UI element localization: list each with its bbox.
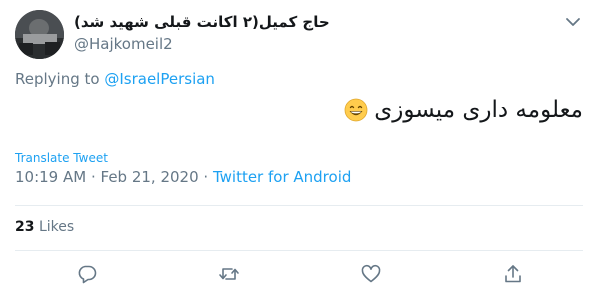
likes-number: 23 bbox=[15, 219, 35, 235]
divider bbox=[15, 250, 583, 251]
share-icon[interactable] bbox=[502, 263, 524, 285]
tweet-meta: 10:19 AM · Feb 21, 2020 · Twitter for An… bbox=[15, 168, 351, 186]
reply-icon[interactable] bbox=[76, 263, 98, 285]
avatar[interactable] bbox=[15, 10, 64, 59]
retweet-icon[interactable] bbox=[218, 263, 240, 285]
chevron-down-icon[interactable] bbox=[564, 14, 582, 28]
tweet-card: حاج کمیل(۲ اکانت قبلی شهید شد) @Hajkomei… bbox=[0, 0, 598, 300]
tweet-date[interactable]: Feb 21, 2020 bbox=[101, 168, 199, 186]
tweet-actions bbox=[0, 263, 598, 289]
replying-prefix: Replying to bbox=[15, 70, 100, 88]
replying-to: Replying to @IsraelPersian bbox=[15, 70, 215, 88]
likes-label: Likes bbox=[38, 219, 75, 235]
translate-tweet-link[interactable]: Translate Tweet bbox=[15, 151, 108, 165]
likes-count[interactable]: 23 Likes bbox=[15, 219, 74, 235]
heart-icon[interactable] bbox=[360, 263, 382, 285]
tweet-time[interactable]: 10:19 AM bbox=[15, 168, 86, 186]
meta-separator-2: · bbox=[198, 168, 213, 186]
author-handle[interactable]: @Hajkomeil2 bbox=[74, 35, 173, 53]
replying-handle-link[interactable]: @IsraelPersian bbox=[104, 70, 215, 88]
author-name[interactable]: حاج کمیل(۲ اکانت قبلی شهید شد) bbox=[74, 13, 330, 31]
tweet-text: معلومه داری میسوزی bbox=[344, 97, 583, 123]
meta-separator: · bbox=[86, 168, 101, 186]
tweet-body: معلومه داری میسوزی bbox=[374, 97, 583, 123]
divider bbox=[15, 205, 583, 206]
tweet-source-link[interactable]: Twitter for Android bbox=[213, 168, 351, 186]
grinning-face-icon bbox=[344, 98, 368, 122]
